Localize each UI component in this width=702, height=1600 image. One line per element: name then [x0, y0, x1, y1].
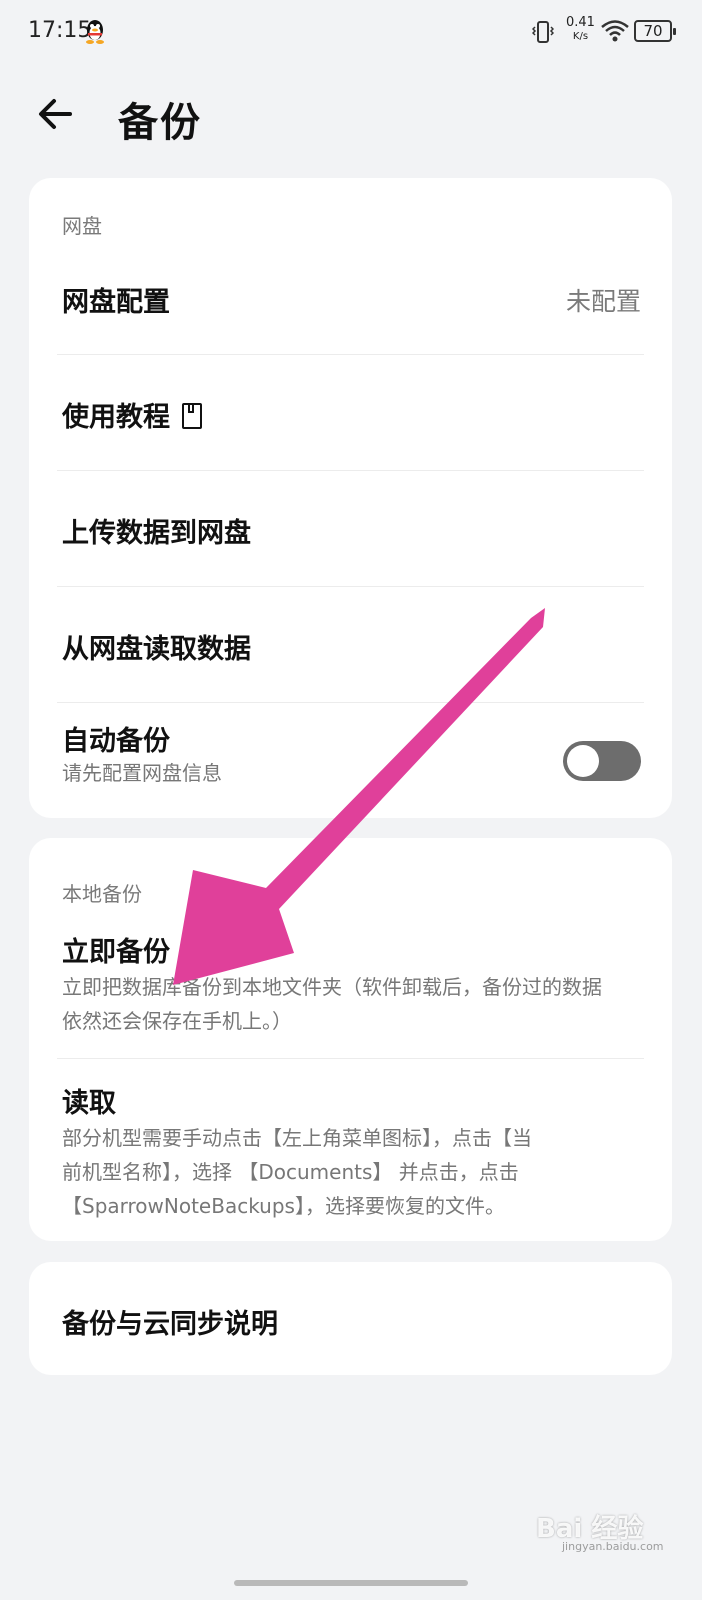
tutorial-label: 使用教程	[62, 402, 170, 433]
read-backup-desc-line3: 【SparrowNoteBackups】，选择要恢复的文件。	[62, 1194, 505, 1218]
sync-info-title: 备份与云同步说明	[62, 1309, 278, 1340]
backup-now-title: 立即备份	[62, 937, 170, 968]
network-speed: 0.41 K/s	[566, 16, 595, 44]
home-indicator[interactable]	[234, 1580, 468, 1586]
battery-level: 70	[643, 22, 663, 40]
backup-now-desc-line1: 立即把数据库备份到本地文件夹（软件卸载后，备份过的数据	[62, 975, 602, 999]
upload-to-cloud-row[interactable]: 上传数据到网盘	[29, 471, 672, 586]
status-time: 17:15	[28, 18, 92, 43]
wifi-icon	[601, 20, 629, 42]
battery-icon: 70	[634, 20, 676, 42]
section-label-local: 本地备份	[62, 882, 142, 906]
page-title: 备份	[118, 100, 202, 146]
read-backup-title: 读取	[62, 1088, 116, 1119]
network-speed-value: 0.41	[566, 15, 595, 30]
app-header: 备份	[0, 70, 702, 160]
auto-backup-title: 自动备份	[62, 726, 170, 757]
toggle-knob	[567, 745, 599, 777]
local-backup-card: 本地备份 立即备份 立即把数据库备份到本地文件夹（软件卸载后，备份过的数据 依然…	[29, 838, 672, 1241]
sync-info-card[interactable]: 备份与云同步说明	[29, 1262, 672, 1375]
tutorial-title: 使用教程	[62, 395, 202, 434]
auto-backup-toggle[interactable]	[563, 741, 641, 781]
book-icon	[182, 402, 202, 429]
read-backup-row[interactable]: 读取 部分机型需要手动点击【左上角菜单图标】，点击【当 前机型名称】，选择 【D…	[29, 1059, 672, 1239]
section-label-cloud: 网盘	[62, 214, 102, 238]
network-speed-unit: K/s	[572, 31, 589, 42]
backup-now-desc-line2: 依然还会保存在手机上。）	[62, 1009, 292, 1033]
download-from-cloud-row[interactable]: 从网盘读取数据	[29, 587, 672, 702]
auto-backup-subtitle: 请先配置网盘信息	[62, 761, 222, 785]
read-backup-desc-line2: 前机型名称】，选择 【Documents】 并点击，点击	[62, 1160, 519, 1184]
status-bar: 17:15 0.41 K/s 70	[0, 0, 702, 64]
tutorial-row[interactable]: 使用教程	[29, 355, 672, 470]
download-from-cloud-title: 从网盘读取数据	[62, 634, 251, 665]
back-arrow-icon[interactable]	[34, 92, 78, 136]
cloud-config-row[interactable]: 网盘配置 未配置	[29, 258, 672, 354]
read-backup-desc-line1: 部分机型需要手动点击【左上角菜单图标】，点击【当	[62, 1126, 532, 1150]
cloud-config-title: 网盘配置	[62, 287, 170, 318]
backup-now-row[interactable]: 立即备份 立即把数据库备份到本地文件夹（软件卸载后，备份过的数据 依然还会保存在…	[29, 918, 672, 1058]
upload-to-cloud-title: 上传数据到网盘	[62, 518, 251, 549]
vibrate-icon	[532, 21, 554, 43]
baidu-watermark-url: jingyan.baidu.com	[562, 1540, 664, 1553]
cloud-disk-card: 网盘 网盘配置 未配置 使用教程 上传数据到网盘 从网盘读取数据 自动备份 请先…	[29, 178, 672, 818]
qq-penguin-icon	[86, 20, 104, 44]
cloud-config-status: 未配置	[565, 287, 641, 316]
auto-backup-row[interactable]: 自动备份 请先配置网盘信息	[29, 703, 672, 813]
